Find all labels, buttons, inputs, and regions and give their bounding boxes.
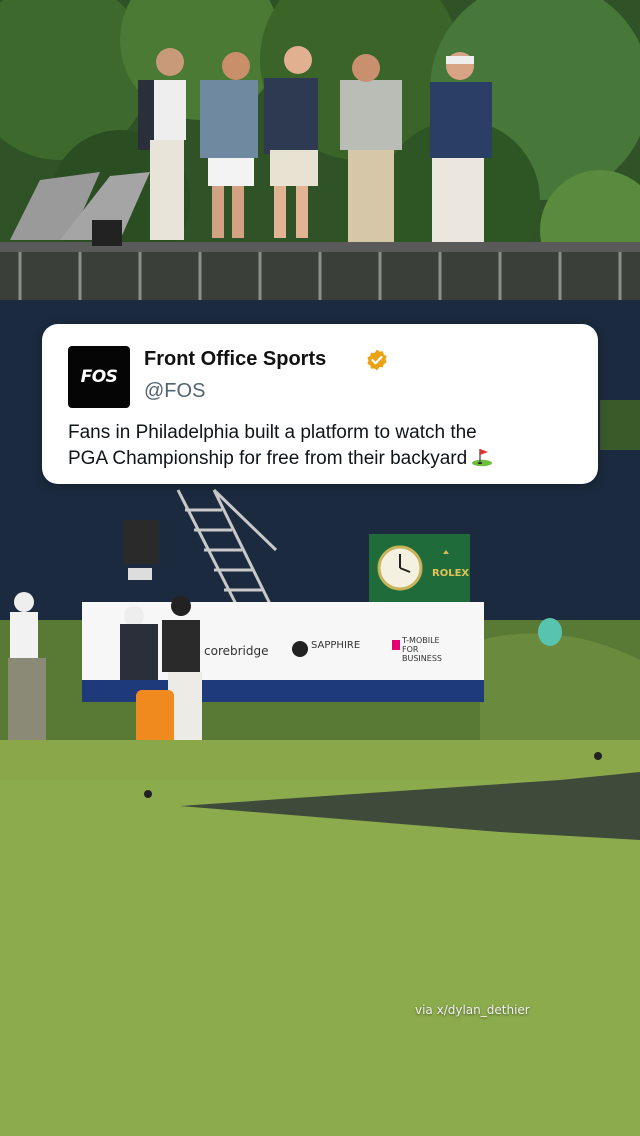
tweet-text-line1: Fans in Philadelphia built a platform to… — [68, 422, 477, 443]
photo-background: corebridge SAPPHIRE T-MOBILE FOR BUSINES… — [0, 0, 640, 1136]
avatar-text: FOS — [80, 367, 118, 387]
sponsor-tmobile-label: T-MOBILE FOR BUSINESS — [402, 636, 442, 663]
account-name[interactable]: Front Office Sports — [144, 348, 326, 371]
golf-course-photo — [0, 0, 640, 1136]
photo-credit: via x/dylan_dethier — [415, 1003, 530, 1017]
golf-flag-icon — [472, 449, 493, 467]
tweet-text-line2: PGA Championship for free from their bac… — [68, 448, 468, 469]
tweet-text-line2-wrap: PGA Championship for free from their bac… — [68, 446, 568, 472]
fos-avatar[interactable]: FOS — [68, 346, 130, 408]
rolex-label: ROLEX — [432, 568, 470, 579]
account-handle[interactable]: @FOS — [144, 380, 205, 403]
tweet-text: Fans in Philadelphia built a platform to… — [68, 420, 568, 472]
sponsor-sapphire-label: SAPPHIRE — [311, 640, 361, 651]
tweet-card[interactable]: FOS Front Office Sports @FOS Fans in Phi… — [42, 324, 598, 484]
verified-badge-icon — [367, 349, 387, 371]
sponsor-corebridge-label: corebridge — [204, 644, 269, 658]
